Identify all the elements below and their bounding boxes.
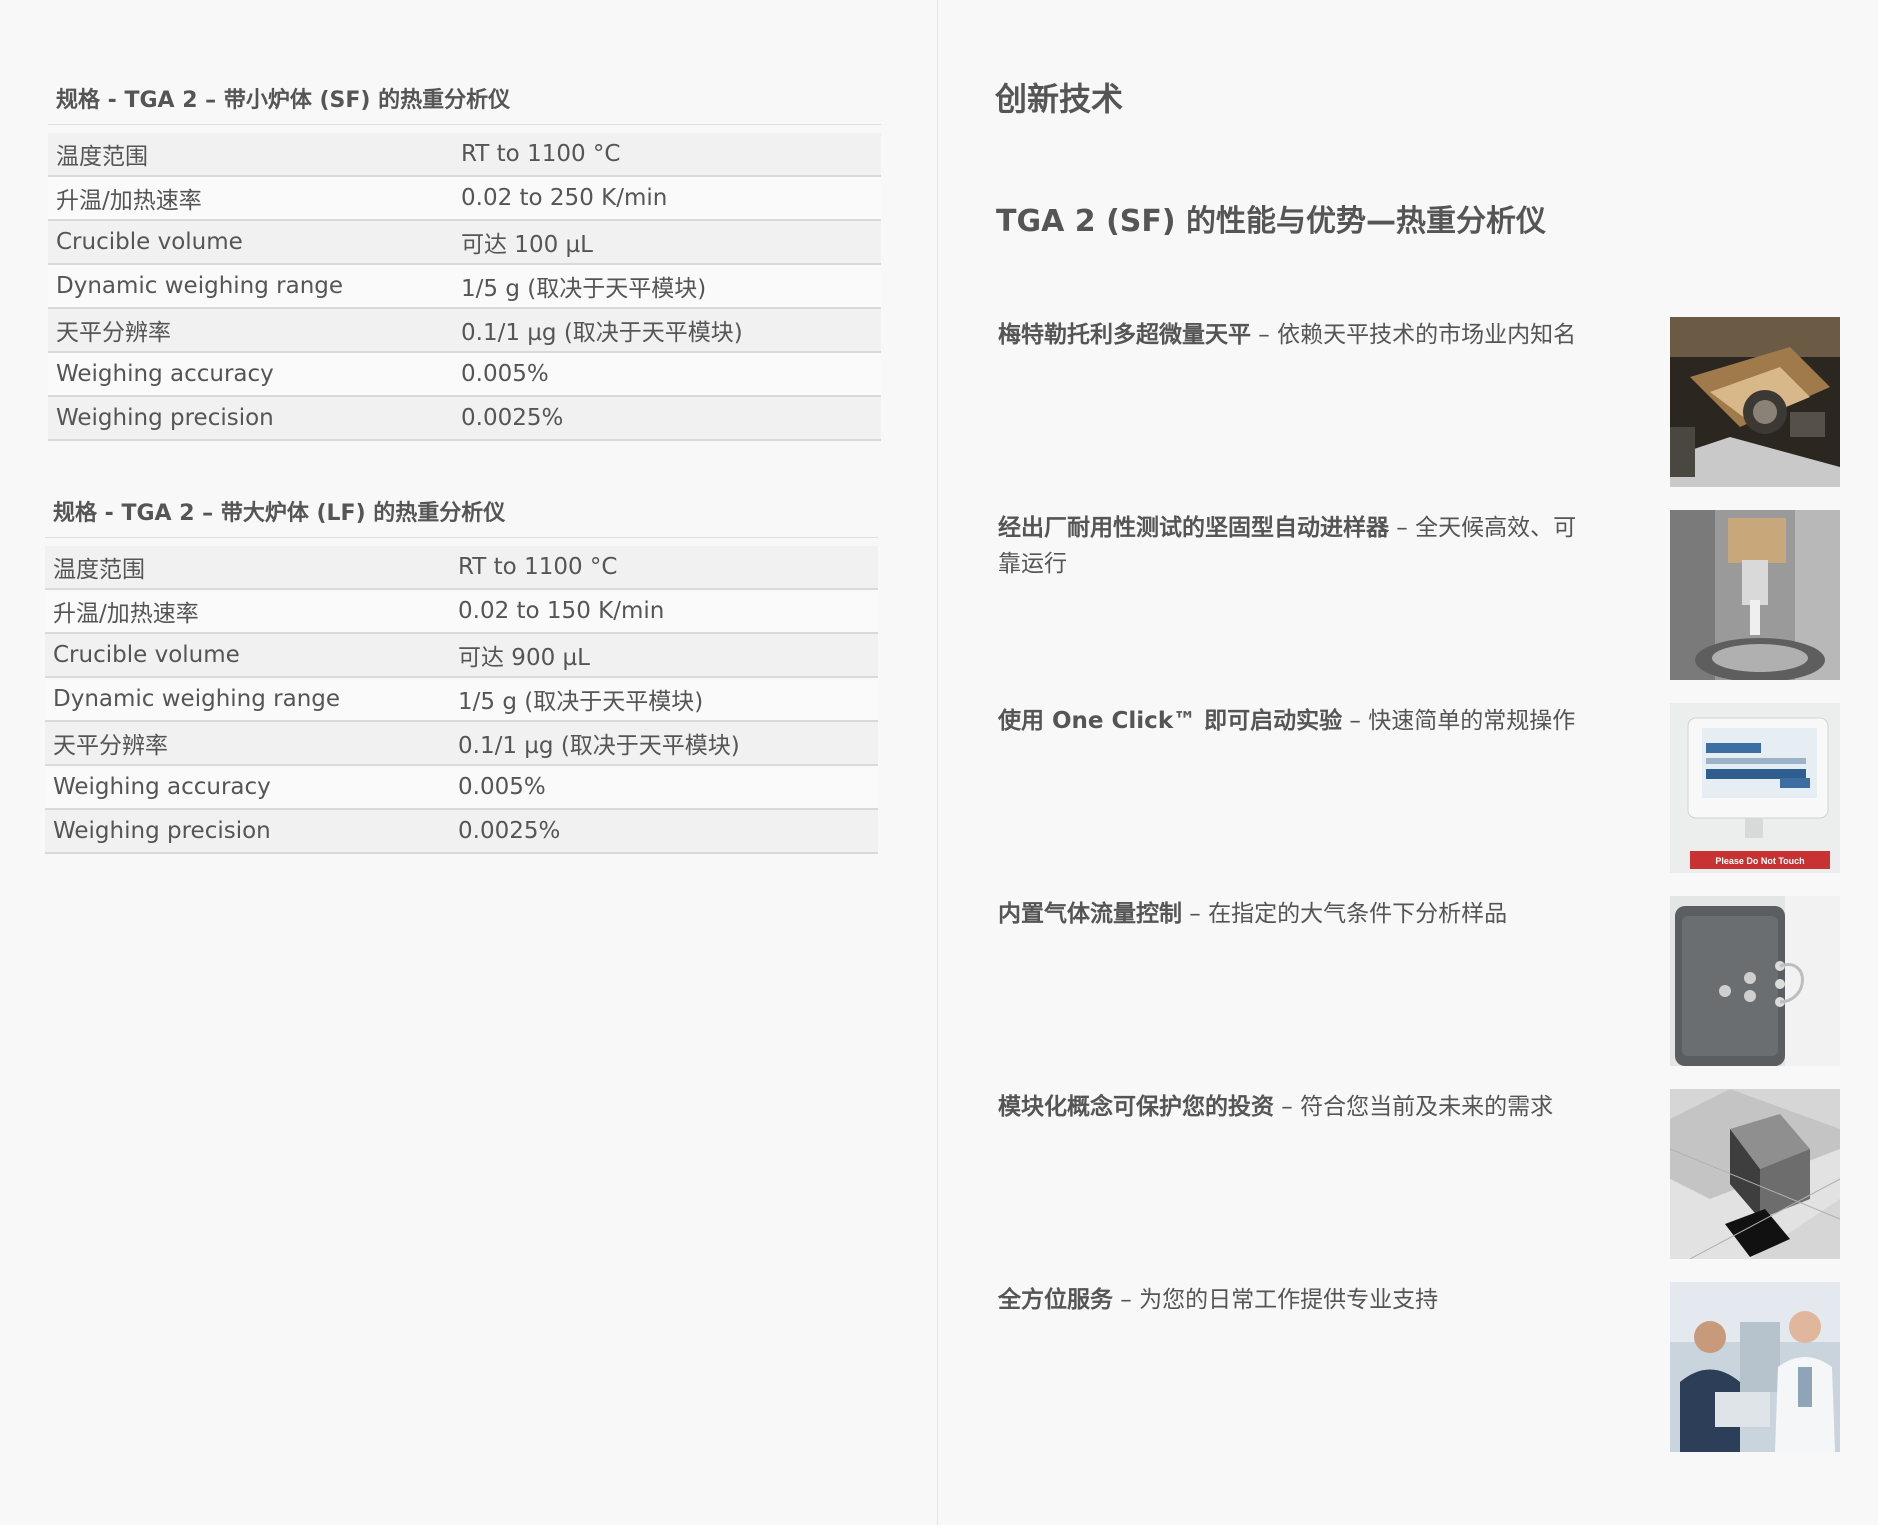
spec-label: Weighing precision — [45, 809, 450, 854]
section-heading: 创新技术 — [995, 80, 1124, 118]
spec-label: Weighing precision — [48, 396, 453, 441]
spec-label: Weighing accuracy — [48, 352, 453, 397]
spec-label: 天平分辨率 — [45, 721, 450, 766]
spec-label: Weighing accuracy — [45, 765, 450, 810]
feature-description: – 为您的日常工作提供专业支持 — [1113, 1287, 1439, 1313]
feature-text: 内置气体流量控制 – 在指定的大气条件下分析样品 — [998, 896, 1590, 932]
specifications-column: 规格 - TGA 2 – 带小炉体 (SF) 的热重分析仪 温度范围 RT to … — [0, 0, 936, 1525]
spec-value: 0.1/1 µg (取决于天平模块) — [450, 721, 878, 766]
spec-label: Crucible volume — [48, 220, 453, 265]
spec-sf-table: 温度范围 RT to 1100 °C 升温/加热速率 0.02 to 250 K/m… — [48, 133, 881, 441]
spec-value: 0.0025% — [450, 809, 878, 854]
feature-item: 梅特勒托利多超微量天平 – 依赖天平技术的市场业内知名 — [998, 317, 1840, 487]
table-row: 升温/加热速率 0.02 to 150 K/min — [45, 589, 878, 634]
balance-photo — [1670, 317, 1840, 487]
feature-title: 梅特勒托利多超微量天平 — [998, 322, 1251, 348]
feature-description: – 依赖天平技术的市场业内知名 — [1251, 322, 1577, 348]
feature-text: 经出厂耐用性测试的坚固型自动进样器 – 全天候高效、可靠运行 — [998, 510, 1590, 582]
spec-value: 0.02 to 150 K/min — [450, 589, 878, 634]
feature-item: 经出厂耐用性测试的坚固型自动进样器 – 全天候高效、可靠运行 — [998, 510, 1840, 680]
feature-title: 全方位服务 — [998, 1287, 1113, 1313]
table-row: Dynamic weighing range 1/5 g (取决于天平模块) — [45, 677, 878, 722]
table-row: 温度范围 RT to 1100 °C — [45, 546, 878, 590]
feature-title: 内置气体流量控制 — [998, 901, 1182, 927]
spec-label: Dynamic weighing range — [45, 677, 450, 722]
innovation-column: 创新技术 TGA 2 (SF) 的性能与优势—热重分析仪 梅特勒托利多超微量天平… — [938, 0, 1878, 1525]
table-row: 温度范围 RT to 1100 °C — [48, 133, 881, 177]
touchscreen-terminal-photo: Please Do Not Touch — [1670, 703, 1840, 873]
spec-label: 升温/加热速率 — [48, 176, 453, 221]
feature-description: – 符合您当前及未来的需求 — [1274, 1094, 1554, 1120]
feature-text: 梅特勒托利多超微量天平 – 依赖天平技术的市场业内知名 — [998, 317, 1590, 353]
spec-value: 可达 900 µL — [450, 633, 878, 678]
feature-item: 使用 One Click™ 即可启动实验 – 快速简单的常规操作 Please … — [998, 703, 1840, 873]
spec-value: 1/5 g (取决于天平模块) — [453, 264, 881, 309]
table-row: Weighing precision 0.0025% — [48, 396, 881, 441]
spec-label: 升温/加热速率 — [45, 589, 450, 634]
feature-text: 使用 One Click™ 即可启动实验 – 快速简单的常规操作 — [998, 703, 1590, 739]
feature-title: 使用 One Click™ 即可启动实验 — [998, 708, 1343, 734]
feature-description: – 快速简单的常规操作 — [1342, 708, 1576, 734]
spec-lf-table: 温度范围 RT to 1100 °C 升温/加热速率 0.02 to 150 K/m… — [45, 546, 878, 854]
table-row: Crucible volume 可达 900 µL — [45, 633, 878, 678]
gas-controller-photo — [1670, 896, 1840, 1066]
feature-item: 全方位服务 – 为您的日常工作提供专业支持 — [998, 1282, 1840, 1452]
feature-text: 模块化概念可保护您的投资 – 符合您当前及未来的需求 — [998, 1089, 1590, 1125]
spec-value: 0.0025% — [453, 396, 881, 441]
spec-label: 天平分辨率 — [48, 308, 453, 353]
section-subheading: TGA 2 (SF) 的性能与优势—热重分析仪 — [996, 204, 1547, 239]
table-row: Weighing accuracy 0.005% — [48, 352, 881, 397]
table-row: 天平分辨率 0.1/1 µg (取决于天平模块) — [45, 721, 878, 766]
feature-title: 经出厂耐用性测试的坚固型自动进样器 — [998, 515, 1389, 541]
feature-title: 模块化概念可保护您的投资 — [998, 1094, 1274, 1120]
spec-label: 温度范围 — [45, 546, 450, 590]
spec-value: 1/5 g (取决于天平模块) — [450, 677, 878, 722]
spec-table-sf: 规格 - TGA 2 – 带小炉体 (SF) 的热重分析仪 温度范围 RT to … — [48, 82, 881, 441]
spec-value: RT to 1100 °C — [453, 133, 881, 177]
spec-label: Dynamic weighing range — [48, 264, 453, 309]
table-row: Dynamic weighing range 1/5 g (取决于天平模块) — [48, 264, 881, 309]
spec-value: 可达 100 µL — [453, 220, 881, 265]
feature-text: 全方位服务 – 为您的日常工作提供专业支持 — [998, 1282, 1590, 1318]
spec-value: 0.02 to 250 K/min — [453, 176, 881, 221]
spec-title-sf: 规格 - TGA 2 – 带小炉体 (SF) 的热重分析仪 — [48, 82, 881, 125]
spec-value: 0.005% — [450, 765, 878, 810]
spec-value: RT to 1100 °C — [450, 546, 878, 590]
table-row: 升温/加热速率 0.02 to 250 K/min — [48, 176, 881, 221]
table-row: Weighing accuracy 0.005% — [45, 765, 878, 810]
feature-item: 内置气体流量控制 – 在指定的大气条件下分析样品 — [998, 896, 1840, 1066]
spec-value: 0.005% — [453, 352, 881, 397]
spec-label: 温度范围 — [48, 133, 453, 177]
feature-item: 模块化概念可保护您的投资 – 符合您当前及未来的需求 — [998, 1089, 1840, 1259]
spec-label: Crucible volume — [45, 633, 450, 678]
table-row: Weighing precision 0.0025% — [45, 809, 878, 854]
feature-description: – 在指定的大气条件下分析样品 — [1182, 901, 1508, 927]
screen-label: Please Do Not Touch — [1715, 856, 1804, 866]
spec-value: 0.1/1 µg (取决于天平模块) — [453, 308, 881, 353]
spec-title-lf: 规格 - TGA 2 – 带大炉体 (LF) 的热重分析仪 — [45, 495, 878, 538]
table-row: Crucible volume 可达 100 µL — [48, 220, 881, 265]
modular-cubes-photo — [1670, 1089, 1840, 1259]
autosampler-photo — [1670, 510, 1840, 680]
service-engineers-photo — [1670, 1282, 1840, 1452]
table-row: 天平分辨率 0.1/1 µg (取决于天平模块) — [48, 308, 881, 353]
spec-table-lf: 规格 - TGA 2 – 带大炉体 (LF) 的热重分析仪 温度范围 RT to … — [45, 495, 878, 854]
